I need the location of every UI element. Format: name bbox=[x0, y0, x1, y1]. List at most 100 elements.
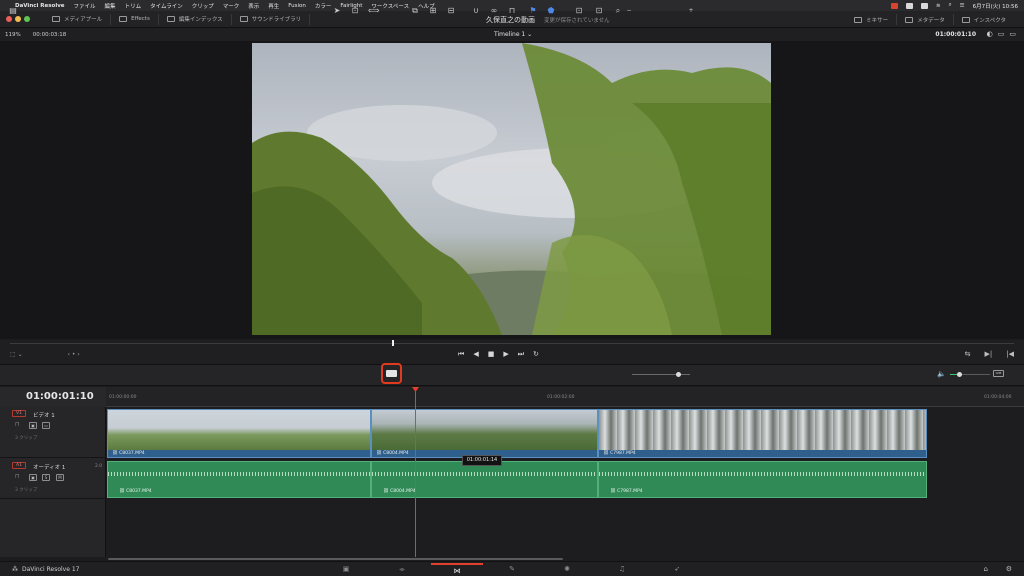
audio-track-name[interactable]: オーディオ 1 bbox=[33, 463, 65, 471]
zoom-level[interactable]: 119% bbox=[5, 32, 21, 38]
marker-icon[interactable]: ⬟ bbox=[546, 6, 556, 16]
menu-color[interactable]: カラー bbox=[315, 2, 332, 10]
status-icon[interactable] bbox=[920, 2, 928, 9]
next-edit-icon[interactable]: ▶| bbox=[985, 350, 993, 358]
auto-select-icon[interactable]: ▣ bbox=[29, 474, 37, 481]
zoom-detail-icon[interactable]: ⊡ bbox=[594, 6, 604, 16]
status-icon[interactable] bbox=[905, 2, 913, 9]
overwrite-clip-icon[interactable]: ⊞ bbox=[428, 6, 438, 16]
scrollbar-thumb[interactable] bbox=[108, 558, 563, 560]
clip-name: ⛓ C7987.MP4 bbox=[610, 489, 643, 494]
edit-index-button[interactable]: 編集インデックス bbox=[159, 13, 232, 25]
inspector-icon bbox=[961, 16, 970, 23]
effects-button[interactable]: Effects bbox=[111, 13, 159, 25]
fairlight-page-tab[interactable]: ♫ bbox=[596, 563, 648, 576]
zoom-slider[interactable] bbox=[632, 374, 690, 375]
zoom-custom-icon[interactable]: ⌕ bbox=[613, 6, 623, 16]
audio-meter-button[interactable]: 0dB bbox=[993, 370, 1004, 377]
zoom-full-icon[interactable]: ⊡ bbox=[574, 6, 584, 16]
play-reverse-icon[interactable]: ◀ bbox=[473, 350, 478, 359]
dual-viewer-icon[interactable]: ▭ bbox=[1009, 30, 1016, 38]
stop-icon[interactable]: ■ bbox=[488, 350, 495, 359]
control-center-icon[interactable]: ☰ bbox=[960, 3, 965, 9]
inspector-button[interactable]: インスペクタ bbox=[954, 14, 1014, 25]
timeline-selector[interactable]: Timeline 1 ⌄ bbox=[494, 31, 532, 38]
close-window-button[interactable] bbox=[6, 16, 12, 22]
menu-playback[interactable]: 再生 bbox=[268, 2, 279, 10]
lock-icon[interactable]: ⊓ bbox=[15, 421, 20, 428]
video-track-name[interactable]: ビデオ 1 bbox=[33, 411, 55, 419]
selection-tool-icon[interactable]: ➤ bbox=[332, 6, 342, 16]
zoom-out-icon[interactable]: − bbox=[624, 6, 634, 16]
volume-knob[interactable] bbox=[957, 372, 962, 377]
cut-page-tab[interactable]: ⌯ bbox=[376, 563, 428, 576]
lock-icon[interactable]: ⊓ bbox=[15, 473, 20, 480]
video-clip[interactable]: ⛓ C8037.MP4 bbox=[107, 409, 371, 458]
wifi-icon[interactable]: ≋ bbox=[936, 3, 941, 9]
viewer-mode-icon[interactable]: ⬚ ⌄ bbox=[10, 351, 23, 358]
zoom-slider-knob[interactable] bbox=[676, 372, 681, 377]
audio-clip[interactable]: ⛓ C7987.MP4 bbox=[598, 461, 927, 498]
trim-tool-icon[interactable]: ⊡ bbox=[350, 6, 360, 16]
insert-clip-icon[interactable]: ⧉ bbox=[410, 6, 420, 16]
timeline-ruler[interactable]: 01:00:00:00 01:00:02:00 01:00:04:00 bbox=[106, 387, 1024, 407]
solo-button[interactable]: S bbox=[42, 474, 50, 481]
menu-clip[interactable]: クリップ bbox=[192, 2, 214, 10]
video-track-header[interactable]: V1 ビデオ 1 ⊓ ▣ ▭ 3 クリップ bbox=[0, 407, 106, 458]
audio-track-header[interactable]: A1 オーディオ 1 2.0 ⊓ ▣ S M 3 クリップ bbox=[0, 459, 106, 499]
menubar-clock[interactable]: 6月7日(火) 10:56 bbox=[973, 2, 1018, 10]
auto-select-icon[interactable]: ▣ bbox=[29, 422, 37, 429]
metadata-button[interactable]: メタデータ bbox=[897, 14, 954, 25]
app-menu[interactable]: DaVinci Resolve bbox=[15, 3, 65, 9]
play-icon[interactable]: ▶ bbox=[503, 350, 508, 359]
menu-view[interactable]: 表示 bbox=[248, 2, 259, 10]
home-icon[interactable]: ⌂ bbox=[984, 565, 988, 573]
timeline-toolbar bbox=[0, 364, 1024, 386]
linked-selection-icon[interactable]: ∞ bbox=[489, 6, 499, 16]
video-clip[interactable]: ⛓ C7987.MP4 bbox=[598, 409, 927, 458]
go-to-end-icon[interactable]: ⏭ bbox=[518, 350, 524, 359]
go-to-start-icon[interactable]: ⏮ bbox=[458, 350, 464, 359]
color-page-tab[interactable]: ✺ bbox=[541, 563, 593, 576]
speaker-icon[interactable]: 🔈 bbox=[937, 370, 946, 378]
settings-gear-icon[interactable]: ⚙ bbox=[1006, 565, 1012, 573]
fusion-page-tab[interactable]: ✎ bbox=[486, 563, 538, 576]
menu-edit[interactable]: 編集 bbox=[105, 2, 116, 10]
audio-clip[interactable]: ⛓ C8037.MP4 bbox=[107, 461, 371, 498]
video-frame[interactable] bbox=[252, 43, 771, 335]
flag-icon[interactable]: ⚑ bbox=[528, 6, 538, 16]
video-enable-icon[interactable]: ▭ bbox=[42, 422, 50, 429]
snapping-icon[interactable]: ∪ bbox=[471, 6, 481, 16]
audio-clip[interactable]: ⛓ C8004.MP4 bbox=[371, 461, 598, 498]
timeline-playhead[interactable] bbox=[415, 388, 416, 557]
zoom-in-icon[interactable]: + bbox=[686, 6, 696, 16]
deliver-page-tab[interactable]: ➶ bbox=[651, 563, 703, 576]
search-icon[interactable]: ⌕ bbox=[949, 2, 952, 9]
zoom-window-button[interactable] bbox=[24, 16, 30, 22]
dynamic-trim-icon[interactable]: ⟺ bbox=[368, 6, 379, 16]
sound-library-button[interactable]: サウンドライブラリ bbox=[232, 13, 311, 25]
record-status-icon[interactable] bbox=[890, 2, 898, 9]
replace-clip-icon[interactable]: ⊟ bbox=[446, 6, 456, 16]
edit-page-tab[interactable]: ⋈ bbox=[431, 563, 483, 576]
minimize-window-button[interactable] bbox=[15, 16, 21, 22]
menu-fusion[interactable]: Fusion bbox=[288, 3, 306, 9]
loop-icon[interactable]: ↻ bbox=[533, 350, 539, 359]
menu-mark[interactable]: マーク bbox=[223, 2, 240, 10]
blade-tool-icon[interactable] bbox=[386, 370, 397, 377]
match-frame-icon[interactable]: ⇆ bbox=[965, 350, 971, 358]
prev-edit-icon[interactable]: |◀ bbox=[1006, 350, 1014, 358]
clip-nav-icon[interactable]: ‹ • › bbox=[68, 351, 80, 358]
mixer-button[interactable]: ミキサー bbox=[846, 14, 898, 25]
menu-timeline[interactable]: タイムライン bbox=[150, 2, 183, 10]
menu-file[interactable]: ファイル bbox=[74, 2, 96, 10]
position-lock-icon[interactable]: ⊓ bbox=[507, 6, 517, 16]
video-clip[interactable]: ⛓ C8004.MP4 bbox=[371, 409, 598, 458]
media-pool-button[interactable]: メディアプール bbox=[44, 13, 112, 25]
single-viewer-icon[interactable]: ▭ bbox=[998, 30, 1005, 38]
media-page-tab[interactable]: ▣ bbox=[320, 563, 372, 576]
mute-button[interactable]: M bbox=[56, 474, 64, 481]
color-icon[interactable]: ◐ bbox=[987, 30, 993, 38]
menu-trim[interactable]: トリム bbox=[125, 2, 142, 10]
timeline-view-options-icon[interactable]: ▤ bbox=[8, 6, 18, 16]
